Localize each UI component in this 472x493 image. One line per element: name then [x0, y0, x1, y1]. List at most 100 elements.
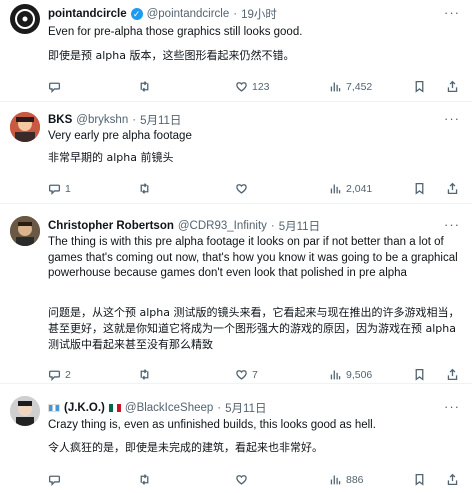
avatar[interactable] [10, 4, 40, 34]
reply-button[interactable] [48, 473, 65, 486]
guatemala-flag-icon [48, 404, 60, 412]
tweet-translation: 问题是，从这个预 alpha 测试版的镜头来看，它看起来与现在推出的许多游戏相当… [48, 306, 460, 351]
author-name[interactable]: BKS [48, 114, 72, 126]
reply-icon [48, 370, 61, 381]
bookmark-button[interactable] [413, 182, 426, 195]
author-handle[interactable]: @CDR93_Infinity [178, 220, 267, 232]
author-handle[interactable]: @brykshn [76, 114, 128, 126]
timestamp[interactable]: 19小时 [241, 6, 277, 22]
share-icon [447, 80, 458, 93]
views-button[interactable]: 9,506 [329, 368, 372, 381]
share-button[interactable] [446, 368, 459, 381]
author-name[interactable]: pointandcircle [48, 8, 127, 20]
tweet-text: Very early pre alpha footage [48, 130, 192, 142]
more-icon[interactable]: ··· [444, 217, 460, 232]
tweet-1[interactable]: pointandcircle ✓ @pointandcircle · 19小时 … [0, 0, 472, 102]
like-button[interactable]: 123 [235, 80, 270, 93]
avatar[interactable] [10, 112, 40, 142]
retweet-button[interactable] [138, 80, 155, 93]
avatar-image [10, 112, 40, 142]
like-icon [236, 370, 247, 380]
tweet-actions: 886 [48, 473, 468, 489]
tweet-text: The thing is with this pre alpha footage… [48, 236, 458, 279]
bookmark-button[interactable] [413, 473, 426, 486]
like-icon [236, 475, 247, 485]
tweet-3[interactable]: Christopher Robertson @CDR93_Infinity · … [0, 204, 472, 384]
tweet-2[interactable]: BKS @brykshn · 5月11日 ··· Very early pre … [0, 102, 472, 204]
views-icon [330, 82, 341, 92]
bookmark-button[interactable] [413, 80, 426, 93]
like-count: 123 [252, 80, 270, 93]
views-count: 9,506 [346, 368, 373, 381]
reply-button[interactable]: 2 [48, 368, 71, 381]
share-icon [447, 368, 458, 381]
like-icon [236, 184, 247, 194]
share-icon [447, 473, 458, 486]
views-count: 7,452 [346, 80, 373, 93]
avatar[interactable] [10, 396, 40, 426]
share-button[interactable] [446, 182, 459, 195]
tweet-translation: 即使是预 alpha 版本，这些图形看起来仍然不错。 [48, 49, 295, 62]
more-icon[interactable]: ··· [444, 5, 460, 20]
views-count: 2,041 [346, 182, 373, 195]
share-icon [447, 182, 458, 195]
tweet-translation: 令人疯狂的是，即使是未完成的建筑，看起来也非常好。 [48, 441, 323, 454]
reply-icon [48, 82, 61, 93]
tweet-text: Even for pre-alpha those graphics still … [48, 26, 303, 38]
reply-icon [48, 475, 61, 486]
author-name[interactable]: Christopher Robertson [48, 220, 174, 232]
bookmark-icon [415, 368, 424, 381]
retweet-icon [140, 183, 149, 194]
avatar[interactable] [10, 216, 40, 246]
reply-icon [48, 184, 61, 195]
retweet-button[interactable] [138, 182, 155, 195]
views-icon [330, 370, 341, 380]
like-button[interactable]: 7 [235, 368, 258, 381]
timestamp[interactable]: 5月11日 [279, 218, 320, 234]
bookmark-icon [415, 473, 424, 486]
retweet-icon [140, 369, 149, 380]
tweet-text: Crazy thing is, even as unfinished build… [48, 419, 376, 431]
more-icon[interactable]: ··· [444, 111, 460, 126]
reply-button[interactable] [48, 80, 65, 93]
retweet-icon [140, 81, 149, 92]
bookmark-icon [415, 182, 424, 195]
share-button[interactable] [446, 473, 459, 486]
like-icon [236, 82, 247, 92]
author-handle[interactable]: @BlackIceSheep [125, 402, 213, 414]
verified-badge-icon: ✓ [130, 8, 143, 20]
views-icon [330, 475, 341, 485]
tweet-actions: 2 7 9,506 [48, 368, 468, 384]
views-button[interactable]: 2,041 [329, 182, 372, 195]
bookmark-icon [415, 80, 424, 93]
avatar-image [15, 9, 35, 29]
tweet-actions: 123 7,452 [48, 80, 468, 96]
tweet-translation: 非常早期的 alpha 前镜头 [48, 151, 174, 164]
views-button[interactable]: 886 [329, 473, 364, 486]
tweet-header: (J.K.O.) @BlackIceSheep · 5月11日 [48, 400, 266, 416]
views-count: 886 [346, 473, 364, 486]
share-button[interactable] [446, 80, 459, 93]
like-button[interactable] [235, 473, 252, 486]
views-icon [330, 184, 341, 194]
author-handle[interactable]: @pointandcircle [147, 8, 230, 20]
like-count: 7 [252, 368, 258, 381]
like-button[interactable] [235, 182, 252, 195]
avatar-image [10, 216, 40, 246]
more-icon[interactable]: ··· [444, 399, 460, 414]
retweet-button[interactable] [138, 368, 155, 381]
timestamp[interactable]: 5月11日 [225, 400, 266, 416]
separator: · [217, 402, 222, 414]
separator: · [233, 8, 238, 20]
reply-button[interactable]: 1 [48, 182, 71, 195]
tweet-4[interactable]: (J.K.O.) @BlackIceSheep · 5月11日 ··· Craz… [0, 384, 472, 493]
tweet-header: BKS @brykshn · 5月11日 [48, 112, 181, 128]
tweet-header: Christopher Robertson @CDR93_Infinity · … [48, 218, 320, 234]
tweet-header: pointandcircle ✓ @pointandcircle · 19小时 [48, 6, 277, 22]
bookmark-button[interactable] [413, 368, 426, 381]
timestamp[interactable]: 5月11日 [140, 112, 181, 128]
retweet-button[interactable] [138, 473, 155, 486]
author-name[interactable]: (J.K.O.) [64, 402, 105, 414]
views-button[interactable]: 7,452 [329, 80, 372, 93]
reply-count: 2 [65, 368, 71, 381]
